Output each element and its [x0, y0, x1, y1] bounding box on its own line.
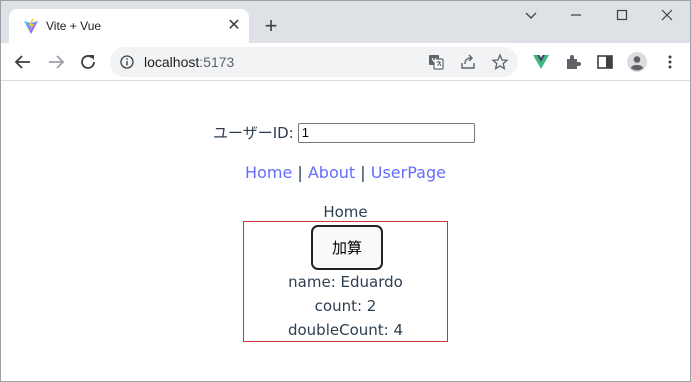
extensions-icon[interactable] [564, 53, 582, 71]
tab-title: Vite + Vue [46, 19, 102, 33]
side-panel-icon[interactable] [596, 53, 614, 71]
counter-box: 加算 name: Eduardo count: 2 doubleCount: 4 [243, 221, 448, 342]
window-minimize-button[interactable] [554, 5, 598, 29]
double-count-text: doubleCount: 4 [287, 321, 404, 339]
url-host: localhost [144, 54, 200, 70]
view-title: Home [323, 203, 368, 221]
minimize-icon [571, 14, 581, 16]
user-id-label: ユーザーID: [213, 124, 294, 142]
tab-strip: Vite + Vue ✕ + [1, 1, 690, 43]
url-text[interactable]: localhost:5173 [144, 54, 234, 70]
maximize-icon [616, 9, 628, 21]
user-id-row: ユーザーID: [213, 122, 475, 143]
window-close-button[interactable] [645, 5, 689, 29]
profile-icon[interactable] [627, 52, 647, 72]
router-nav: Home | About | UserPage [1, 163, 690, 182]
browser-window: Vite + Vue ✕ + localhost:5173 ユーザーID: 1 … [0, 0, 691, 382]
nav-separator: | [360, 163, 366, 182]
menu-icon[interactable] [661, 53, 679, 71]
minimize-button[interactable] [509, 5, 553, 29]
site-info-icon[interactable] [120, 55, 134, 69]
nav-link-userpage[interactable]: UserPage [371, 163, 446, 182]
share-icon[interactable] [459, 53, 477, 71]
page-content: ユーザーID: Home | About | UserPage Home 加算 … [1, 82, 690, 381]
count-text: count: 2 [314, 297, 377, 315]
window-maximize-button[interactable] [600, 5, 644, 29]
user-id-input[interactable] [297, 122, 475, 143]
bookmark-star-icon[interactable] [491, 53, 509, 71]
nav-link-home[interactable]: Home [245, 163, 292, 182]
nav-link-about[interactable]: About [308, 163, 355, 182]
vite-favicon [24, 19, 38, 34]
chevron-down-icon [525, 12, 537, 19]
back-arrow-icon [14, 55, 30, 69]
vue-devtools-icon[interactable] [532, 53, 550, 71]
close-icon [661, 9, 673, 21]
forward-arrow-icon [49, 55, 65, 69]
browser-toolbar: localhost:5173 [1, 43, 690, 81]
tab-close-icon[interactable]: ✕ [225, 17, 243, 35]
reload-button[interactable] [75, 49, 101, 75]
reload-icon [81, 55, 95, 69]
back-button[interactable] [10, 49, 36, 75]
new-tab-icon[interactable]: + [260, 15, 282, 37]
name-text: name: Eduardo [288, 273, 403, 291]
url-port: :5173 [199, 54, 235, 70]
tab-vite-vue[interactable]: Vite + Vue ✕ [9, 9, 249, 43]
translate-icon[interactable] [427, 53, 445, 71]
add-button[interactable]: 加算 [311, 225, 383, 270]
address-bar[interactable]: localhost:5173 [110, 47, 518, 77]
nav-separator: | [297, 163, 303, 182]
forward-button[interactable] [43, 49, 69, 75]
